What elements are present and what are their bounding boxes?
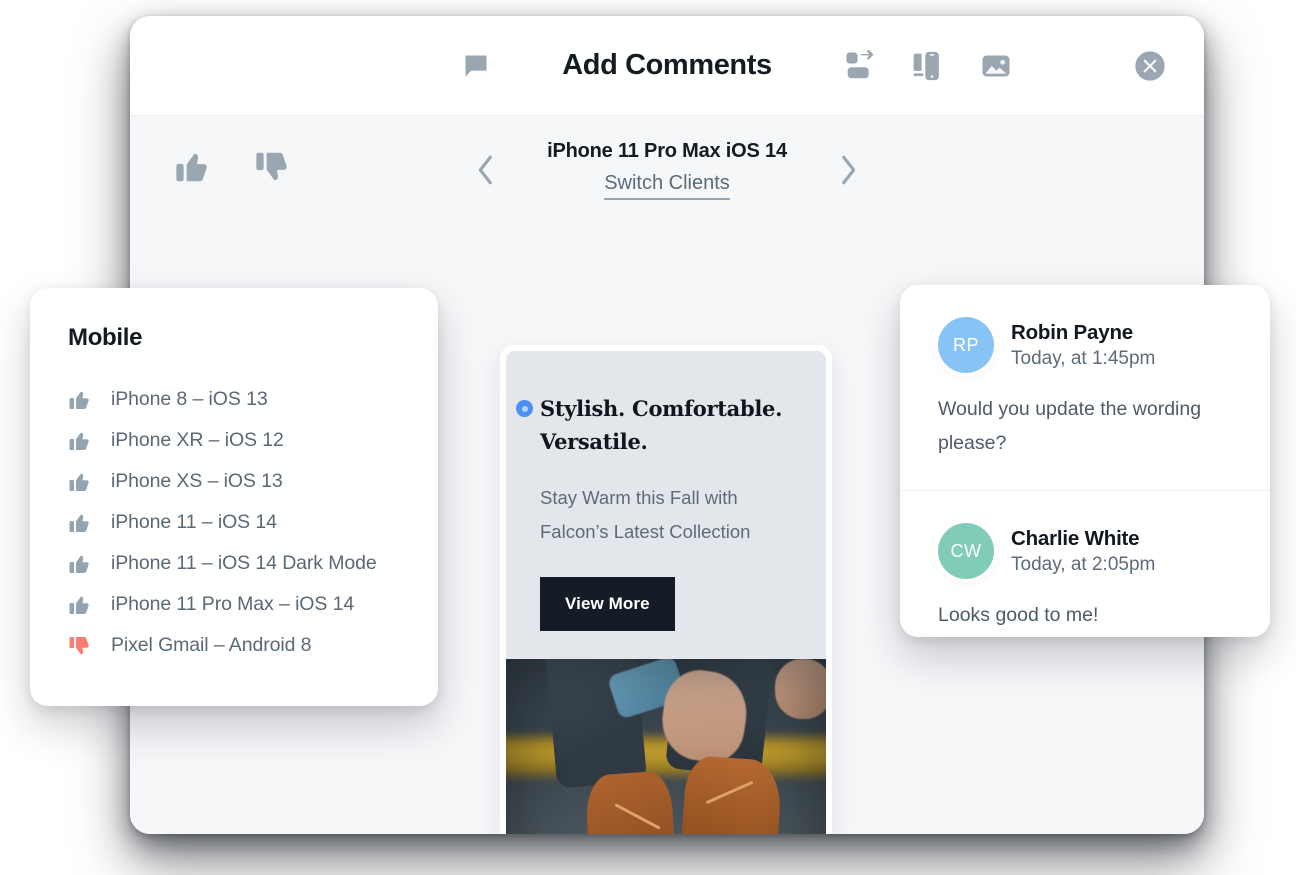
comment-body: Looks good to me! bbox=[938, 604, 1099, 627]
thumbs-down-icon bbox=[68, 634, 92, 658]
current-device-name: iPhone 11 Pro Max iOS 14 bbox=[547, 140, 787, 162]
rotate-device-icon[interactable] bbox=[844, 50, 876, 82]
thumbs-up-icon bbox=[68, 470, 92, 494]
comment-header: RP Robin Payne Today, at 1:45pm bbox=[938, 317, 1232, 373]
mobile-devices-card: Mobile iPhone 8 – iOS 13 iPhone XR – iOS… bbox=[30, 288, 438, 706]
device-list: iPhone 8 – iOS 13 iPhone XR – iOS 12 iPh… bbox=[68, 379, 400, 666]
comment-meta: Robin Payne Today, at 1:45pm bbox=[1011, 321, 1155, 370]
switch-clients-link[interactable]: Switch Clients bbox=[604, 172, 730, 200]
comment-timestamp: Today, at 2:05pm bbox=[1011, 553, 1156, 575]
device-label: iPhone 11 – iOS 14 bbox=[111, 511, 277, 533]
list-item[interactable]: iPhone 11 Pro Max – iOS 14 bbox=[68, 584, 400, 625]
email-headline-text: Stylish. Comfortable. Versatile. bbox=[540, 396, 783, 454]
device-label: iPhone 11 Pro Max – iOS 14 bbox=[111, 593, 355, 615]
comment-timestamp: Today, at 1:45pm bbox=[1011, 347, 1156, 369]
list-item[interactable]: Pixel Gmail – Android 8 bbox=[68, 625, 400, 666]
list-item[interactable]: iPhone 11 – iOS 14 Dark Mode bbox=[68, 543, 400, 584]
comment-author: Charlie White bbox=[1011, 526, 1140, 550]
email-preview-frame[interactable]: Stylish. Comfortable. Versatile. Stay Wa… bbox=[500, 345, 832, 834]
thumbs-up-icon bbox=[68, 429, 92, 453]
page-title: Add Comments bbox=[562, 49, 772, 81]
list-item[interactable]: iPhone 8 – iOS 13 bbox=[68, 379, 400, 420]
thumbs-up-icon bbox=[68, 511, 92, 535]
image-icon[interactable] bbox=[980, 50, 1012, 82]
thumbs-up-icon bbox=[68, 552, 92, 576]
email-preview-content: Stylish. Comfortable. Versatile. Stay Wa… bbox=[506, 351, 826, 834]
comment-marker-icon[interactable] bbox=[516, 400, 533, 417]
avatar: CW bbox=[938, 523, 994, 580]
comment-item: RP Robin Payne Today, at 1:45pm Would yo… bbox=[900, 285, 1270, 490]
avatar-initials: CW bbox=[950, 540, 982, 561]
screenshot-stage: Add Comments iPhone 11 Pro Max iOS 14 Sw… bbox=[0, 0, 1296, 875]
device-switcher-label: iPhone 11 Pro Max iOS 14 Switch Clients bbox=[547, 140, 787, 200]
close-icon[interactable] bbox=[1134, 50, 1166, 82]
device-label: Pixel Gmail – Android 8 bbox=[111, 634, 312, 656]
email-headline: Stylish. Comfortable. Versatile. bbox=[516, 393, 792, 459]
thumbs-up-icon bbox=[68, 388, 92, 412]
avatar: RP bbox=[938, 317, 994, 373]
device-switcher: iPhone 11 Pro Max iOS 14 Switch Clients bbox=[130, 140, 1204, 200]
device-label: iPhone XR – iOS 12 bbox=[111, 429, 284, 451]
device-label: iPhone 11 – iOS 14 Dark Mode bbox=[111, 552, 377, 574]
thumbs-up-icon bbox=[68, 593, 92, 617]
comment-body: Would you update the wording please? bbox=[938, 398, 1202, 454]
list-item[interactable]: iPhone XR – iOS 12 bbox=[68, 420, 400, 461]
email-subheadline: Stay Warm this Fall with Falcon’s Latest… bbox=[540, 486, 751, 542]
comments-card: RP Robin Payne Today, at 1:45pm Would yo… bbox=[900, 285, 1270, 637]
comment-item: CW Charlie White Today, at 2:05pm Looks … bbox=[900, 490, 1270, 637]
device-label: iPhone 8 – iOS 13 bbox=[111, 388, 268, 410]
list-item[interactable]: iPhone 11 – iOS 14 bbox=[68, 502, 400, 543]
window-titlebar: Add Comments bbox=[130, 16, 1204, 116]
list-item[interactable]: iPhone XS – iOS 13 bbox=[68, 461, 400, 502]
comment-author: Robin Payne bbox=[1011, 320, 1133, 344]
chevron-left-icon[interactable] bbox=[471, 149, 501, 191]
mobile-card-title: Mobile bbox=[68, 324, 143, 351]
device-label: iPhone XS – iOS 13 bbox=[111, 470, 283, 492]
view-more-button[interactable]: View More bbox=[540, 576, 675, 631]
comment-header: CW Charlie White Today, at 2:05pm bbox=[938, 523, 1232, 580]
device-preview-icon[interactable] bbox=[913, 50, 945, 82]
avatar-initials: RP bbox=[952, 334, 979, 355]
comment-meta: Charlie White Today, at 2:05pm bbox=[1011, 527, 1155, 576]
boots-photo bbox=[506, 658, 826, 834]
chevron-right-icon[interactable] bbox=[833, 149, 863, 191]
email-text-block: Stylish. Comfortable. Versatile. Stay Wa… bbox=[506, 351, 826, 631]
